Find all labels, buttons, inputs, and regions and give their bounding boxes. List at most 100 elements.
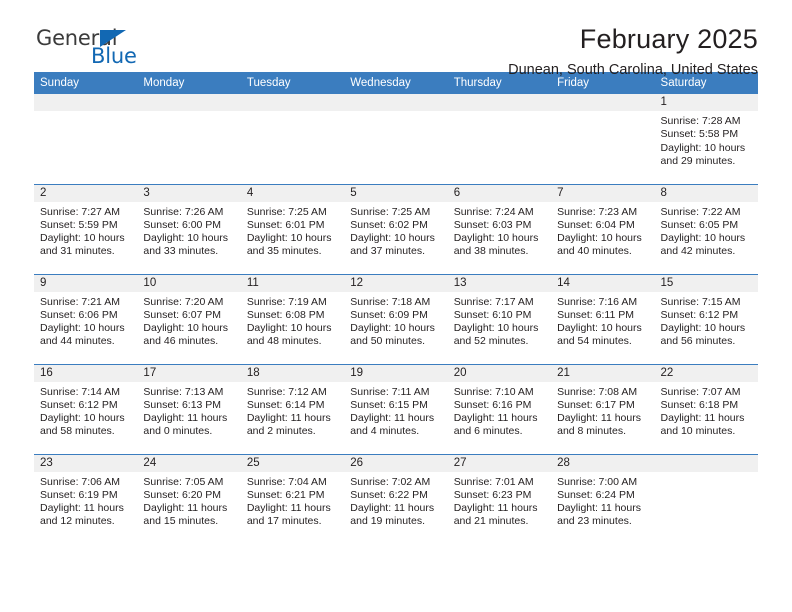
calendar-day-cell[interactable]: 4 Sunrise: 7:25 AM Sunset: 6:01 PM Daylight… [240, 183, 345, 274]
calendar-day-cell[interactable]: 23 Sunrise: 7:06 AM Sunset: 6:19 PM Dayligh… [34, 453, 138, 545]
day-details: Sunrise: 7:17 AM Sunset: 6:10 PM Daylight:… [448, 292, 551, 349]
daylight-text-line1: Daylight: 11 hours [660, 412, 745, 425]
daylight-text-line2: and 44 minutes. [40, 335, 115, 348]
calendar-day-cell[interactable]: 28 Sunrise: 7:00 AM Sunset: 6:24 PM Dayligh… [551, 453, 655, 544]
day-number: 11 [240, 274, 345, 292]
calendar-week-row: 23 Sunrise: 7:06 AM Sunset: 6:19 PM Dayligh… [34, 453, 758, 545]
sunset-text: Sunset: 6:14 PM [246, 398, 325, 411]
calendar-day-cell[interactable]: 25 Sunrise: 7:04 AM Sunset: 6:21 PM Dayligh… [240, 453, 345, 545]
daylight-text-line1: Daylight: 11 hours [453, 502, 538, 515]
day-details: Sunrise: 7:11 AM Sunset: 6:15 PM Daylight:… [344, 382, 447, 439]
day-number: 13 [447, 274, 552, 292]
day-details: Sunrise: 7:16 AM Sunset: 6:11 PM Daylight:… [551, 292, 654, 349]
day-number: 1 [654, 94, 758, 111]
sunrise-text: Sunrise: 7:06 AM [40, 475, 120, 488]
daylight-text-line1: Daylight: 11 hours [40, 502, 124, 515]
sunrise-text: Sunrise: 7:07 AM [660, 385, 741, 398]
day-cell-inner: 12 Sunrise: 7:18 AM Sunset: 6:09 PM Dayligh… [344, 274, 448, 364]
calendar-day-cell[interactable]: 5 Sunrise: 7:25 AM Sunset: 6:02 PM Daylight… [344, 183, 448, 274]
logo-text-blue: Blue [91, 44, 137, 68]
calendar-day-cell-empty [34, 94, 138, 184]
daylight-text-line2: and 40 minutes. [557, 245, 632, 258]
day-details: Sunrise: 7:25 AM Sunset: 6:01 PM Daylight:… [241, 202, 344, 259]
calendar-day-cell[interactable]: 7 Sunrise: 7:23 AM Sunset: 6:04 PM Daylight… [551, 183, 655, 274]
sunrise-text: Sunrise: 7:11 AM [350, 385, 430, 398]
calendar-day-cell[interactable]: 19 Sunrise: 7:11 AM Sunset: 6:15 PM Dayligh… [344, 363, 448, 454]
day-cell-inner: 25 Sunrise: 7:04 AM Sunset: 6:21 PM Dayligh… [240, 454, 345, 545]
daylight-text-line2: and 42 minutes. [660, 245, 736, 258]
day-details: Sunrise: 7:06 AM Sunset: 6:19 PM Daylight:… [34, 472, 137, 529]
day-details: Sunrise: 7:22 AM Sunset: 6:05 PM Daylight:… [655, 202, 758, 259]
day-cell-inner: 7 Sunrise: 7:23 AM Sunset: 6:04 PM Daylight… [551, 184, 655, 274]
daylight-text-line2: and 58 minutes. [40, 425, 115, 438]
calendar-day-cell[interactable]: 10 Sunrise: 7:20 AM Sunset: 6:07 PM Dayligh… [137, 273, 241, 364]
calendar-day-cell-empty [447, 94, 552, 184]
day-number [34, 94, 138, 111]
calendar-day-cell[interactable]: 11 Sunrise: 7:19 AM Sunset: 6:08 PM Dayligh… [240, 273, 345, 364]
calendar-day-cell[interactable]: 16 Sunrise: 7:14 AM Sunset: 6:12 PM Dayligh… [34, 363, 138, 454]
day-details: Sunrise: 7:15 AM Sunset: 6:12 PM Daylight:… [655, 292, 758, 349]
sunset-text: Sunset: 6:04 PM [557, 218, 635, 231]
calendar-day-cell[interactable]: 20 Sunrise: 7:10 AM Sunset: 6:16 PM Dayligh… [447, 363, 552, 454]
day-number: 23 [34, 454, 138, 472]
calendar-day-cell[interactable]: 9 Sunrise: 7:21 AM Sunset: 6:06 PM Daylight… [34, 273, 138, 364]
day-number: 4 [240, 184, 345, 202]
day-cell-inner: 21 Sunrise: 7:08 AM Sunset: 6:17 PM Dayligh… [551, 364, 655, 454]
calendar-day-cell-empty [240, 94, 345, 184]
calendar-day-cell[interactable]: 15 Sunrise: 7:15 AM Sunset: 6:12 PM Dayligh… [654, 273, 758, 364]
calendar-day-cell[interactable]: 12 Sunrise: 7:18 AM Sunset: 6:09 PM Dayligh… [344, 273, 448, 364]
calendar-day-cell[interactable]: 14 Sunrise: 7:16 AM Sunset: 6:11 PM Dayligh… [551, 273, 655, 364]
day-cell-inner: 23 Sunrise: 7:06 AM Sunset: 6:19 PM Dayligh… [34, 454, 138, 545]
day-cell-inner [344, 94, 448, 184]
calendar-day-cell[interactable]: 17 Sunrise: 7:13 AM Sunset: 6:13 PM Dayligh… [137, 363, 241, 454]
day-number: 26 [344, 454, 448, 472]
calendar-day-cell[interactable]: 6 Sunrise: 7:24 AM Sunset: 6:03 PM Daylight… [447, 183, 552, 274]
calendar-day-cell[interactable]: 22 Sunrise: 7:07 AM Sunset: 6:18 PM Dayligh… [654, 363, 758, 454]
calendar-week-row: 2 Sunrise: 7:27 AM Sunset: 5:59 PM Daylight… [34, 183, 758, 274]
calendar-day-cell[interactable]: 18 Sunrise: 7:12 AM Sunset: 6:14 PM Dayligh… [240, 363, 345, 454]
calendar-day-cell[interactable]: 27 Sunrise: 7:01 AM Sunset: 6:23 PM Dayligh… [447, 453, 552, 544]
day-details: Sunrise: 7:13 AM Sunset: 6:13 PM Daylight:… [137, 382, 240, 439]
sunrise-text: Sunrise: 7:10 AM [453, 385, 534, 398]
daylight-text-line1: Daylight: 10 hours [660, 232, 746, 245]
day-number: 21 [551, 364, 655, 382]
calendar-day-cell[interactable]: 8 Sunrise: 7:22 AM Sunset: 6:05 PM Daylight… [654, 183, 758, 274]
calendar-day-cell[interactable]: 3 Sunrise: 7:26 AM Sunset: 6:00 PM Daylight… [137, 183, 241, 274]
sunrise-text: Sunrise: 7:20 AM [143, 295, 224, 308]
day-cell-inner [654, 454, 758, 545]
sunrise-text: Sunrise: 7:08 AM [557, 385, 638, 398]
calendar-day-cell-empty [137, 94, 241, 184]
daylight-text-line1: Daylight: 10 hours [660, 322, 746, 335]
day-cell-inner: 9 Sunrise: 7:21 AM Sunset: 6:06 PM Daylight… [34, 274, 138, 364]
sunset-text: Sunset: 6:12 PM [40, 398, 118, 411]
daylight-text-line2: and 54 minutes. [557, 335, 632, 348]
daylight-text-line2: and 29 minutes. [660, 154, 736, 167]
sunset-text: Sunset: 6:22 PM [350, 488, 428, 501]
sunset-text: Sunset: 6:02 PM [350, 218, 428, 231]
day-number: 2 [34, 184, 138, 202]
calendar-day-cell[interactable]: 2 Sunrise: 7:27 AM Sunset: 5:59 PM Daylight… [34, 183, 138, 274]
sunset-text: Sunset: 6:18 PM [660, 398, 739, 411]
day-details: Sunrise: 7:26 AM Sunset: 6:00 PM Daylight:… [137, 202, 240, 259]
calendar-week-row: 1 Sunrise: 7:28 AM Sunset: 5:58 PM Daylight… [34, 94, 758, 184]
calendar-day-cell[interactable]: 24 Sunrise: 7:05 AM Sunset: 6:20 PM Dayligh… [137, 453, 241, 544]
calendar-day-cell[interactable]: 21 Sunrise: 7:08 AM Sunset: 6:17 PM Dayligh… [551, 363, 655, 454]
day-number: 22 [654, 364, 758, 382]
calendar-day-cell[interactable]: 26 Sunrise: 7:02 AM Sunset: 6:22 PM Dayligh… [344, 453, 448, 544]
day-details: Sunrise: 7:07 AM Sunset: 6:18 PM Daylight:… [655, 382, 758, 439]
sunrise-text: Sunrise: 7:28 AM [660, 115, 741, 127]
general-blue-logo[interactable]: General Blue [34, 26, 234, 74]
calendar-day-cell[interactable]: 13 Sunrise: 7:17 AM Sunset: 6:10 PM Dayligh… [447, 273, 552, 364]
sunrise-text: Sunrise: 7:27 AM [40, 205, 120, 218]
daylight-text-line1: Daylight: 10 hours [40, 232, 125, 245]
daylight-text-line2: and 4 minutes. [350, 425, 420, 438]
calendar-day-cell[interactable]: 1 Sunrise: 7:28 AM Sunset: 5:58 PM Daylight… [654, 94, 758, 184]
day-number: 24 [137, 454, 241, 472]
day-cell-inner: 15 Sunrise: 7:15 AM Sunset: 6:12 PM Dayligh… [654, 274, 758, 364]
day-details: Sunrise: 7:27 AM Sunset: 5:59 PM Daylight:… [34, 202, 137, 259]
sunrise-text: Sunrise: 7:14 AM [40, 385, 120, 398]
day-number: 18 [240, 364, 345, 382]
sunrise-text: Sunrise: 7:16 AM [557, 295, 638, 308]
daylight-text-line2: and 35 minutes. [246, 245, 322, 258]
day-cell-inner: 1 Sunrise: 7:28 AM Sunset: 5:58 PM Daylight… [654, 94, 758, 184]
